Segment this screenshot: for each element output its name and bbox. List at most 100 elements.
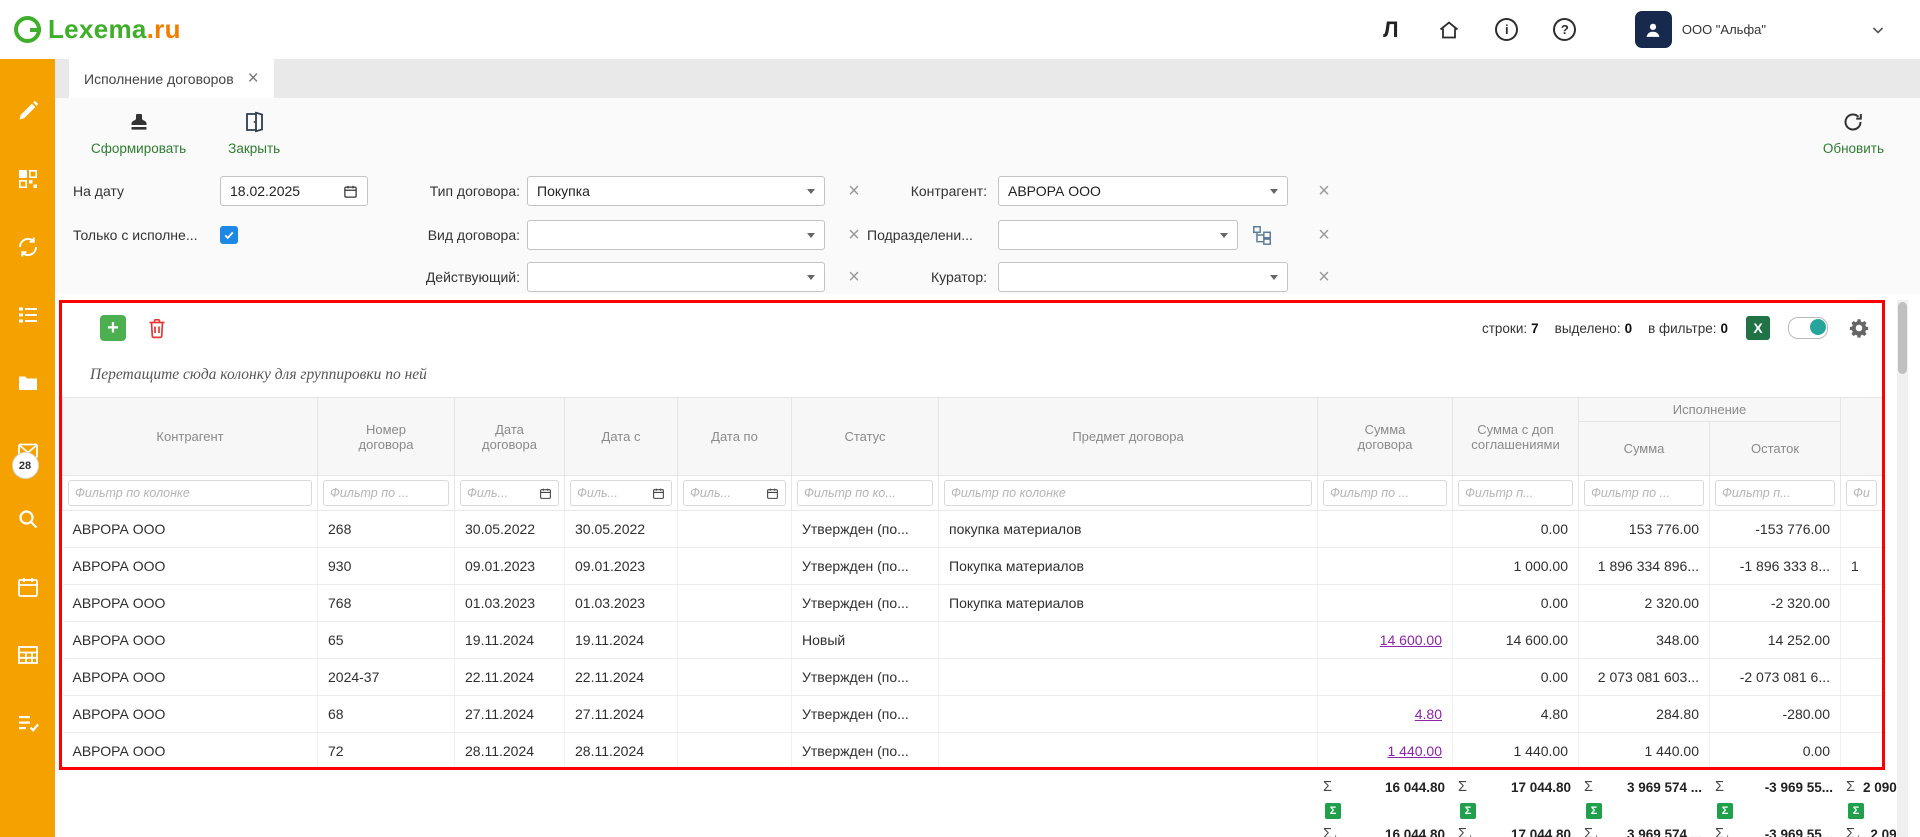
sum-link[interactable]: 4.80	[1415, 706, 1442, 722]
contract-kind-select[interactable]	[527, 220, 825, 250]
division-tree-icon[interactable]	[1247, 220, 1277, 250]
cell[interactable]: 22.11.2024	[455, 659, 565, 696]
grid-toggle[interactable]	[1788, 317, 1828, 339]
cell[interactable]: Покупка материалов	[939, 548, 1318, 585]
cell[interactable]	[1841, 696, 1883, 733]
clear-contract-kind-icon[interactable]: ×	[841, 220, 867, 250]
column-header[interactable]: Дата договора	[455, 398, 565, 476]
cell[interactable]: Утвержден (по...	[792, 659, 939, 696]
calendar-icon[interactable]	[539, 487, 552, 500]
mail-icon[interactable]: 28	[16, 439, 40, 463]
cell[interactable]: -153 776.00	[1710, 511, 1841, 548]
cell[interactable]: АВРОРА ООО	[63, 733, 318, 770]
cell[interactable]: АВРОРА ООО	[63, 696, 318, 733]
cell[interactable]: 0.00	[1453, 659, 1579, 696]
on-date-input[interactable]: 18.02.2025	[220, 176, 368, 206]
tasks-icon[interactable]	[16, 711, 40, 735]
cell[interactable]	[939, 659, 1318, 696]
cell[interactable]: 14 600.00	[1453, 622, 1579, 659]
cell[interactable]: 09.01.2023	[565, 548, 678, 585]
cell[interactable]: 30.05.2022	[455, 511, 565, 548]
cell[interactable]: 09.01.2023	[455, 548, 565, 585]
scrollbar-thumb[interactable]	[1898, 302, 1907, 374]
folder-icon[interactable]	[16, 371, 40, 395]
clear-curator-icon[interactable]: ×	[1311, 262, 1337, 292]
sum-selected-badge[interactable]: Σ	[1848, 803, 1864, 819]
cell[interactable]: 22.11.2024	[565, 659, 678, 696]
contract-type-select[interactable]: Покупка	[527, 176, 825, 206]
column-header[interactable]: Статус	[792, 398, 939, 476]
cell[interactable]: 1 440.00	[1453, 733, 1579, 770]
cell[interactable]: АВРОРА ООО	[63, 511, 318, 548]
cell[interactable]: АВРОРА ООО	[63, 622, 318, 659]
cell[interactable]	[1318, 548, 1453, 585]
edit-icon[interactable]	[16, 99, 40, 123]
column-header[interactable]: Дата по	[678, 398, 792, 476]
delete-row-button[interactable]	[144, 315, 170, 341]
table-row[interactable]: АВРОРА ООО6519.11.202419.11.2024Новый14 …	[63, 622, 1883, 659]
cell[interactable]	[1841, 733, 1883, 770]
cell[interactable]: Утвержден (по...	[792, 585, 939, 622]
cell[interactable]: АВРОРА ООО	[63, 548, 318, 585]
cell[interactable]: 768	[318, 585, 455, 622]
column-filter-input[interactable]: Фильтр по колонке	[944, 480, 1312, 506]
cell[interactable]	[678, 659, 792, 696]
cell[interactable]: 1	[1841, 548, 1883, 585]
cell[interactable]: 153 776.00	[1579, 511, 1710, 548]
curator-select[interactable]	[998, 262, 1288, 292]
generate-button[interactable]: Сформировать	[91, 110, 186, 156]
column-header[interactable]: Предмет договора	[939, 398, 1318, 476]
cell[interactable]: 30.05.2022	[565, 511, 678, 548]
column-header[interactable]	[1841, 398, 1883, 476]
cell[interactable]: 28.11.2024	[455, 733, 565, 770]
cell[interactable]: 930	[318, 548, 455, 585]
cell[interactable]: 1 440.00	[1579, 733, 1710, 770]
documents-list-icon[interactable]	[16, 303, 40, 327]
column-header[interactable]: Дата с	[565, 398, 678, 476]
cell[interactable]: 0.00	[1710, 733, 1841, 770]
cell[interactable]	[678, 696, 792, 733]
cell[interactable]: 4.80	[1453, 696, 1579, 733]
tab-close-icon[interactable]: ×	[248, 69, 259, 88]
cell[interactable]: 0.00	[1453, 585, 1579, 622]
cell[interactable]	[1841, 622, 1883, 659]
table-row[interactable]: АВРОРА ООО26830.05.202230.05.2022Утвержд…	[63, 511, 1883, 548]
tab-contract-execution[interactable]: Исполнение договоров ×	[69, 59, 274, 98]
table-row[interactable]: АВРОРА ООО6827.11.202427.11.2024Утвержде…	[63, 696, 1883, 733]
chevron-down-icon[interactable]	[1862, 14, 1894, 46]
lexema-apps-icon[interactable]: Л	[1375, 14, 1407, 46]
cell[interactable]	[678, 548, 792, 585]
cell[interactable]: -2 073 081 6...	[1710, 659, 1841, 696]
cell[interactable]: 19.11.2024	[565, 622, 678, 659]
cell[interactable]: 27.11.2024	[455, 696, 565, 733]
table-row[interactable]: АВРОРА ООО93009.01.202309.01.2023Утвержд…	[63, 548, 1883, 585]
cell[interactable]	[678, 585, 792, 622]
cell[interactable]	[1318, 585, 1453, 622]
refresh-button[interactable]: Обновить	[1823, 110, 1884, 156]
sum-selected-badge[interactable]: Σ	[1460, 803, 1476, 819]
table-row[interactable]: АВРОРА ООО7228.11.202428.11.2024Утвержде…	[63, 733, 1883, 770]
table-row[interactable]: АВРОРА ООО76801.03.202301.03.2023Утвержд…	[63, 585, 1883, 622]
dashboard-icon[interactable]	[16, 167, 40, 191]
only-executed-checkbox[interactable]	[220, 226, 238, 244]
column-filter-input[interactable]: Филь...	[570, 480, 672, 506]
column-filter-input[interactable]: Филь...	[460, 480, 559, 506]
column-header[interactable]: Номер договора	[318, 398, 455, 476]
cell[interactable]: 65	[318, 622, 455, 659]
cell[interactable]: Утвержден (по...	[792, 511, 939, 548]
cell[interactable]: 2 320.00	[1579, 585, 1710, 622]
cell[interactable]: 27.11.2024	[565, 696, 678, 733]
cell[interactable]: 14 600.00	[1318, 622, 1453, 659]
sum-selected-badge[interactable]: Σ	[1586, 803, 1602, 819]
close-button[interactable]: Закрыть	[228, 110, 280, 156]
search-icon[interactable]	[16, 507, 40, 531]
column-filter-input[interactable]: Фильтр п...	[1715, 480, 1835, 506]
cell[interactable]: 01.03.2023	[565, 585, 678, 622]
cell[interactable]	[1318, 511, 1453, 548]
sum-selected-badge[interactable]: Σ	[1717, 803, 1733, 819]
cell[interactable]: 28.11.2024	[565, 733, 678, 770]
cell[interactable]: 1 896 334 896...	[1579, 548, 1710, 585]
cell[interactable]: АВРОРА ООО	[63, 585, 318, 622]
sum-link[interactable]: 1 440.00	[1388, 743, 1443, 759]
home-icon[interactable]	[1433, 14, 1465, 46]
